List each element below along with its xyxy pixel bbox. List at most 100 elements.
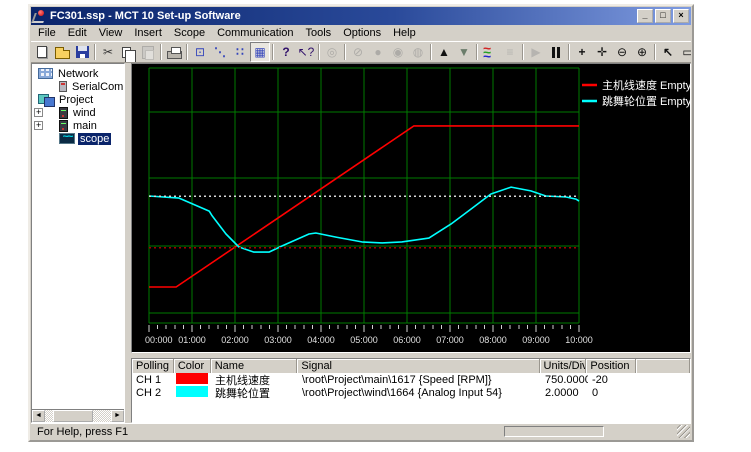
col-header-blank[interactable]	[636, 359, 690, 373]
cell-units-div: 2.0000	[541, 387, 588, 399]
zoom-in-button[interactable]: ⊕	[632, 42, 652, 62]
menu-communication[interactable]: Communication	[211, 26, 299, 40]
param-list-button[interactable]: ∷	[230, 42, 250, 62]
resize-grip[interactable]	[677, 425, 690, 438]
help-button[interactable]: ?	[276, 42, 296, 62]
scope-chart[interactable]: 00:00001:00002:00003:00004:00005:00006:0…	[131, 63, 691, 353]
print-button[interactable]	[164, 42, 184, 62]
close-button[interactable]: ×	[673, 9, 689, 23]
toolbar-separator	[318, 44, 320, 60]
grid-view-icon: ▦	[254, 42, 265, 62]
menu-insert[interactable]: Insert	[128, 26, 168, 40]
status-text: For Help, press F1	[37, 426, 128, 438]
context-help-button[interactable]: ↖?	[296, 42, 316, 62]
col-header-signal[interactable]: Signal	[297, 359, 539, 373]
menu-tools[interactable]: Tools	[300, 26, 338, 40]
paste-button	[138, 42, 158, 62]
expand-plus-icon[interactable]	[34, 121, 43, 130]
zoom-out-button[interactable]: ⊖	[612, 42, 632, 62]
x-tick-label: 03:000	[264, 335, 292, 345]
wave-stroke: ~	[483, 52, 491, 60]
x-tick-label: 10:000	[565, 335, 593, 345]
menu-file[interactable]: File	[32, 26, 62, 40]
tree-item-scope[interactable]: scope	[32, 132, 124, 145]
move-down-button[interactable]: ▼	[454, 42, 474, 62]
pause-icon	[552, 47, 560, 58]
save-icon	[76, 46, 89, 58]
tree-item-label: Project	[57, 94, 95, 106]
menu-options[interactable]: Options	[337, 26, 387, 40]
menu-view[interactable]: View	[93, 26, 129, 40]
titlebar[interactable]: FC301.ssp - MCT 10 Set-up Software _ □ ×	[31, 7, 691, 25]
scrollbar-track[interactable]	[45, 410, 111, 422]
insert-device-button[interactable]: ⊡	[190, 42, 210, 62]
tree-item-wind[interactable]: wind	[32, 106, 124, 119]
pause-button[interactable]	[546, 42, 566, 62]
copy-button[interactable]	[118, 42, 138, 62]
tree-item-label: Network	[56, 68, 100, 80]
menu-help[interactable]: Help	[387, 26, 422, 40]
cell-signal: \root\Project\main\1617 {Speed [RPM]}	[298, 374, 541, 386]
device-params-button[interactable]: ⋱	[210, 42, 230, 62]
x-axis-ticks	[149, 325, 579, 332]
app-icon	[33, 10, 47, 23]
track-cursor-button[interactable]: ✛	[592, 42, 612, 62]
open-icon	[55, 50, 70, 59]
print-icon	[167, 51, 182, 59]
cut-button[interactable]: ✂	[98, 42, 118, 62]
x-tick-label: 00:000	[145, 335, 173, 345]
move-cursor-button[interactable]: +	[572, 42, 592, 62]
toolbar-separator	[522, 44, 524, 60]
marquee-button[interactable]: ▭	[678, 42, 691, 62]
zoom-out-icon: ⊖	[617, 42, 627, 62]
maximize-button[interactable]: □	[655, 9, 671, 23]
pointer-button[interactable]: ↖	[658, 42, 678, 62]
open-button[interactable]	[52, 42, 72, 62]
scroll-left-button[interactable]: ◄	[32, 410, 45, 422]
minimize-button[interactable]: _	[637, 9, 653, 23]
toolbar-separator	[430, 44, 432, 60]
tree-item-serialcom[interactable]: SerialCom	[32, 80, 124, 93]
expand-plus-icon[interactable]	[34, 108, 43, 117]
tree-item-project[interactable]: Project	[32, 93, 124, 106]
cut-icon: ✂	[103, 42, 113, 62]
network-icon	[38, 68, 53, 79]
col-header-color[interactable]: Color	[174, 359, 211, 373]
scope-icon	[59, 133, 75, 144]
expander-slot	[34, 108, 45, 117]
col-header-polling[interactable]: Polling	[132, 359, 174, 373]
tree-item-main[interactable]: main	[32, 119, 124, 132]
sync-button: ◍	[408, 42, 428, 62]
status-pane	[504, 426, 604, 437]
save-button[interactable]	[72, 42, 92, 62]
tree-item-network[interactable]: Network	[32, 67, 124, 80]
tree-item-label: main	[71, 120, 99, 132]
grid-view-button[interactable]: ▦	[250, 42, 270, 62]
toolbar-separator	[654, 44, 656, 60]
x-tick-label: 04:000	[307, 335, 335, 345]
scope-chart-svg[interactable]: 00:00001:00002:00003:00004:00005:00006:0…	[132, 64, 692, 350]
paste-icon	[142, 46, 154, 59]
menu-scope[interactable]: Scope	[168, 26, 211, 40]
cell-polling: CH 1	[132, 374, 174, 386]
col-header-units-div[interactable]: Units/Div	[540, 359, 587, 373]
new-button[interactable]	[32, 42, 52, 62]
scrollbar-thumb[interactable]	[53, 410, 93, 422]
move-up-button[interactable]: ▲	[434, 42, 454, 62]
menu-edit[interactable]: Edit	[62, 26, 93, 40]
channel-table-body: CH 1主机线速度\root\Project\main\1617 {Speed …	[132, 373, 690, 399]
scope-waves-button[interactable]: ~~~	[480, 42, 500, 62]
color-swatch	[176, 386, 208, 397]
drive-icon	[59, 107, 68, 119]
move-cursor-icon: +	[578, 42, 585, 62]
new-icon	[37, 46, 47, 58]
toolbar-separator	[186, 44, 188, 60]
col-header-position[interactable]: Position	[586, 359, 636, 373]
toolbar-separator	[344, 44, 346, 60]
expander-slot	[34, 121, 45, 130]
x-tick-label: 07:000	[436, 335, 464, 345]
tree-horizontal-scrollbar[interactable]: ◄ ►	[32, 409, 124, 422]
channel-row-ch2[interactable]: CH 2跳舞轮位置\root\Project\wind\1664 {Analog…	[132, 386, 690, 399]
insert-device-icon: ⊡	[195, 42, 205, 62]
scroll-right-button[interactable]: ►	[111, 410, 124, 422]
